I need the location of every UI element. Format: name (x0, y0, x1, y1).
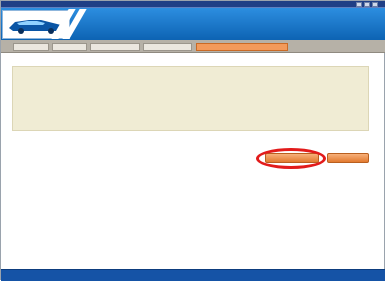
maximize-icon[interactable] (364, 2, 370, 7)
tab-1[interactable] (13, 43, 49, 51)
result-panel (12, 66, 369, 131)
secondary-button[interactable] (327, 153, 369, 163)
window-titlebar (1, 1, 385, 8)
app-window (0, 0, 385, 281)
tab-bar (1, 40, 385, 53)
page-header (1, 8, 385, 40)
page-footer (1, 269, 385, 281)
highlight-circle (256, 148, 326, 169)
tab-2[interactable] (52, 43, 87, 51)
close-icon[interactable] (372, 2, 378, 7)
tab-4[interactable] (143, 43, 192, 51)
tab-3[interactable] (90, 43, 140, 51)
tab-5[interactable] (196, 43, 288, 51)
minimize-icon[interactable] (356, 2, 362, 7)
